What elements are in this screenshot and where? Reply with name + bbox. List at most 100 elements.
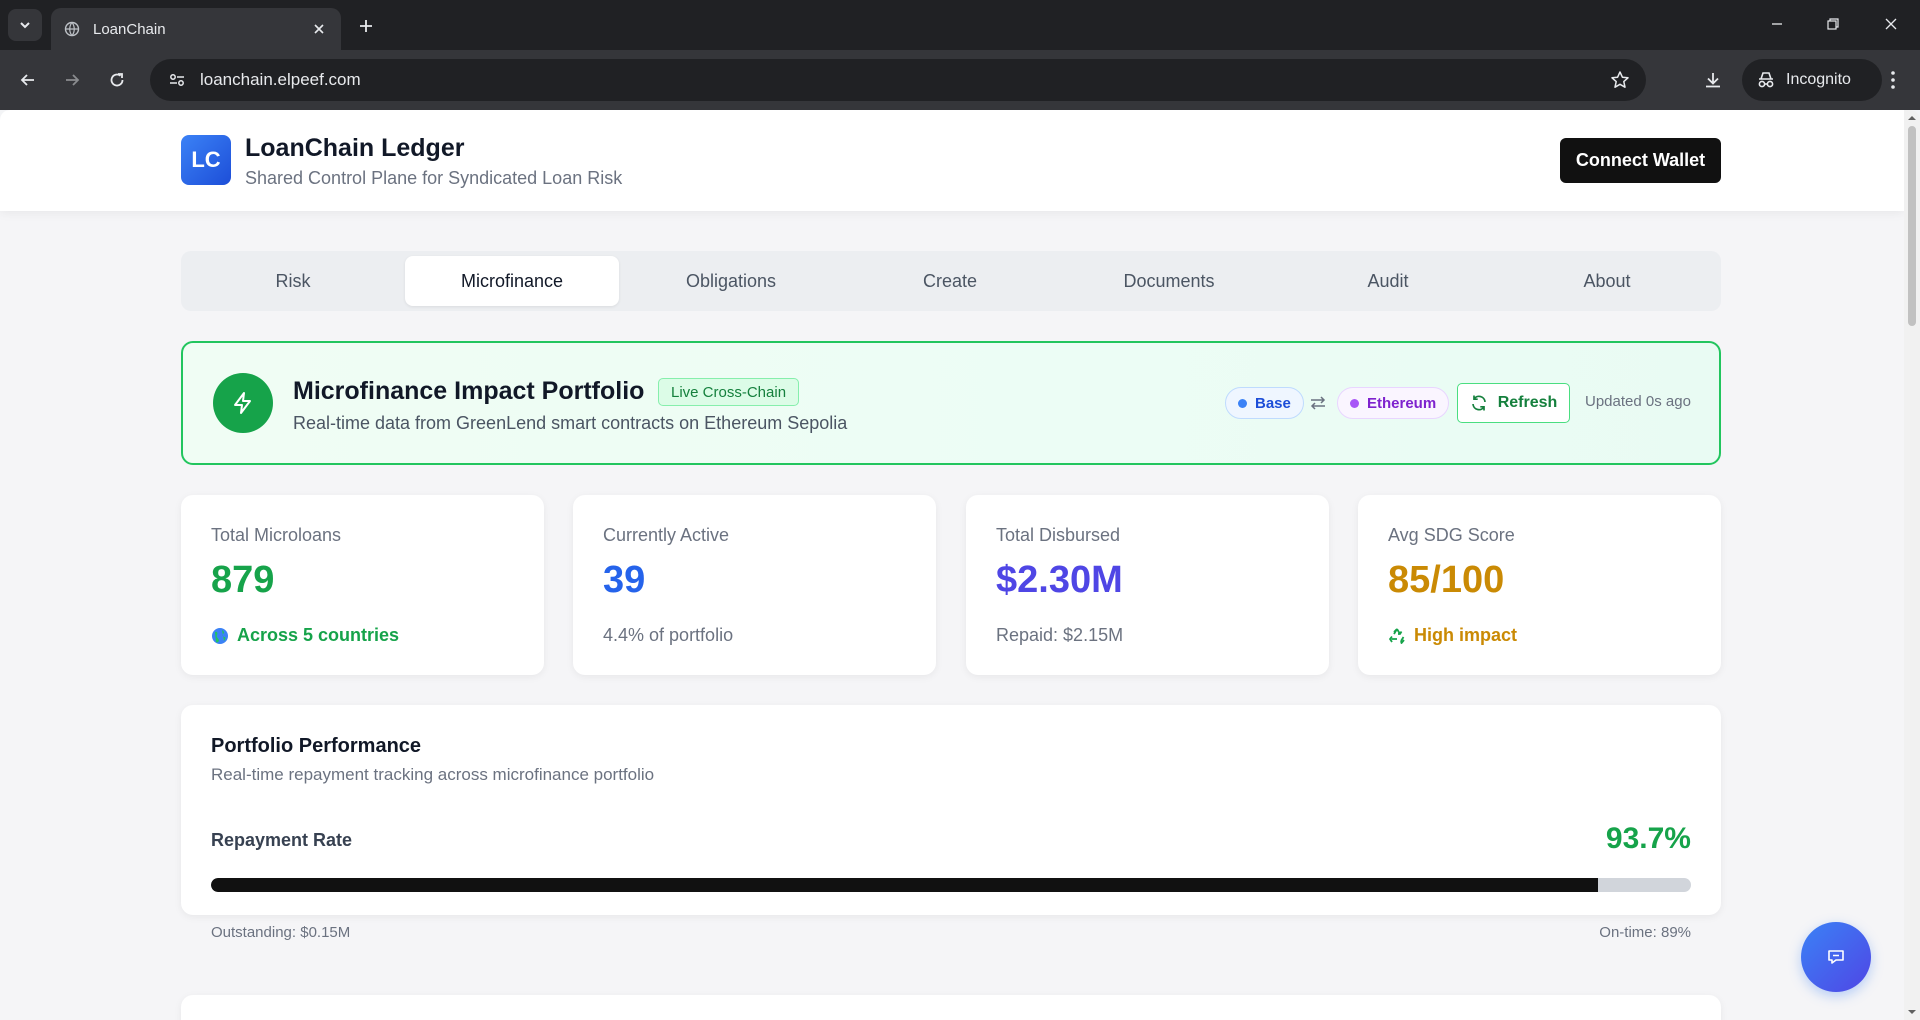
arrow-right-icon [66, 74, 80, 86]
scroll-up-icon[interactable] [1907, 113, 1917, 123]
status-dot [1238, 398, 1247, 408]
stat-foot: Repaid: $2.15M [996, 625, 1123, 646]
refresh-label: Refresh [1497, 394, 1558, 411]
repayment-progress-bar [211, 878, 1691, 892]
stat-label: Avg SDG Score [1388, 525, 1515, 545]
back-button[interactable] [12, 64, 44, 96]
browser-menu-button[interactable] [1877, 64, 1909, 96]
plus-icon [360, 20, 372, 32]
incognito-indicator[interactable]: Incognito [1742, 59, 1882, 101]
chain-ethereum-label: Ethereum [1367, 394, 1437, 412]
stat-value: 879 [211, 559, 275, 601]
stat-foot-text: Repaid: $2.15M [996, 625, 1124, 645]
page-viewport: LC LoanChain Ledger Shared Control Plane… [0, 110, 1920, 1020]
browser-toolbar: loanchain.elpeef.com Incognito [0, 50, 1920, 110]
portfolio-performance-card: Portfolio Performance Real-time repaymen… [181, 705, 1721, 941]
reload-icon [110, 73, 124, 87]
chat-button[interactable] [1801, 922, 1871, 992]
close-icon[interactable] [309, 19, 329, 39]
swap-arrows-icon [1310, 396, 1326, 410]
status-dot [1350, 398, 1359, 408]
chain-pill-ethereum: Ethereum [1337, 387, 1450, 419]
address-bar[interactable]: loanchain.elpeef.com [150, 59, 1646, 101]
tab-search-button[interactable] [8, 9, 42, 41]
page-scrollbar[interactable] [1904, 110, 1920, 1020]
section-subtitle: Real-time repayment tracking across micr… [211, 765, 655, 784]
stat-value: 39 [603, 559, 646, 601]
stat-value: $2.30M [996, 559, 1123, 601]
minimize-icon [1772, 23, 1782, 25]
stat-card-avg-sdg-score: Avg SDG Score 85/100 High impact [1358, 495, 1721, 675]
next-section-card [181, 995, 1721, 1020]
new-tab-button[interactable] [352, 12, 380, 40]
refresh-button[interactable]: Refresh [1457, 383, 1570, 423]
tab-documents[interactable]: Documents [1062, 256, 1276, 306]
tab-microfinance[interactable]: Microfinance [405, 256, 619, 306]
tab-create[interactable]: Create [843, 256, 1057, 306]
forward-button[interactable] [56, 64, 88, 96]
ontime-text: On-time: 89% [1599, 924, 1691, 941]
minimize-button[interactable] [1754, 8, 1800, 40]
stat-value: 85/100 [1388, 559, 1505, 601]
stat-label: Currently Active [603, 525, 730, 545]
download-icon [1706, 73, 1720, 88]
downloads-button[interactable] [1697, 64, 1729, 96]
bookmark-star-icon[interactable] [1600, 60, 1640, 100]
arrow-left-icon [20, 74, 34, 86]
stat-label: Total Disbursed [996, 525, 1121, 545]
more-vertical-icon [1891, 71, 1895, 89]
chain-base-label: Base [1255, 394, 1291, 412]
chevron-down-icon [20, 22, 30, 29]
progress-fill [211, 878, 1598, 892]
app-header: LC LoanChain Ledger Shared Control Plane… [0, 110, 1904, 211]
restore-button[interactable] [1810, 8, 1856, 40]
tab-about[interactable]: About [1500, 256, 1714, 306]
stat-foot: 4.4% of portfolio [603, 625, 733, 646]
recycle-icon [1389, 627, 1405, 644]
stat-label: Total Microloans [211, 525, 342, 545]
chat-icon [1828, 950, 1844, 964]
stat-card-total-disbursed: Total Disbursed $2.30M Repaid: $2.15M [966, 495, 1329, 675]
site-info-icon[interactable] [164, 67, 190, 93]
stat-foot-text: High impact [1414, 625, 1518, 645]
app-logo: LC [181, 135, 231, 185]
scrollbar-thumb[interactable] [1908, 126, 1916, 326]
app-title: LoanChain Ledger [245, 134, 465, 162]
incognito-label: Incognito [1786, 71, 1851, 88]
live-badge: Live Cross-Chain [658, 378, 800, 406]
repayment-rate-label: Repayment Rate [211, 830, 353, 850]
scroll-down-icon[interactable] [1907, 1007, 1917, 1017]
incognito-icon [1758, 72, 1774, 88]
stat-foot-text: 4.4% of portfolio [603, 625, 734, 645]
window-close-button[interactable] [1868, 8, 1914, 40]
connect-wallet-button[interactable]: Connect Wallet [1560, 138, 1721, 183]
banner-title: Microfinance Impact Portfolio [293, 377, 645, 405]
stat-foot-text: Across 5 countries [237, 625, 400, 645]
browser-tab[interactable]: LoanChain [51, 8, 341, 50]
chain-pill-base: Base [1225, 387, 1304, 419]
lightning-icon [213, 373, 273, 433]
reload-button[interactable] [101, 64, 133, 96]
globe-icon [63, 20, 81, 38]
restore-icon [1827, 18, 1839, 30]
browser-tabstrip: LoanChain [0, 0, 1920, 50]
section-title: Portfolio Performance [211, 735, 422, 757]
close-icon [1885, 18, 1897, 30]
globe-icon [212, 627, 228, 644]
outstanding-text: Outstanding: $0.15M [211, 924, 351, 941]
refresh-icon [1471, 395, 1486, 411]
impact-portfolio-banner: Microfinance Impact Portfolio Live Cross… [181, 341, 1721, 465]
repayment-rate-value: 93.7% [1605, 822, 1691, 855]
tab-risk[interactable]: Risk [186, 256, 400, 306]
main-tabs: Risk Microfinance Obligations Create Doc… [181, 251, 1721, 311]
app-subtitle: Shared Control Plane for Syndicated Loan… [245, 168, 623, 188]
tab-obligations[interactable]: Obligations [624, 256, 838, 306]
stat-foot: High impact [1388, 625, 1517, 646]
updated-timestamp: Updated 0s ago [1585, 393, 1691, 410]
tab-audit[interactable]: Audit [1281, 256, 1495, 306]
stat-card-total-microloans: Total Microloans 879 Across 5 countries [181, 495, 544, 675]
url-text: loanchain.elpeef.com [200, 70, 361, 89]
stat-card-currently-active: Currently Active 39 4.4% of portfolio [573, 495, 936, 675]
banner-subtitle: Real-time data from GreenLend smart cont… [293, 413, 848, 433]
stat-foot: Across 5 countries [211, 625, 399, 646]
